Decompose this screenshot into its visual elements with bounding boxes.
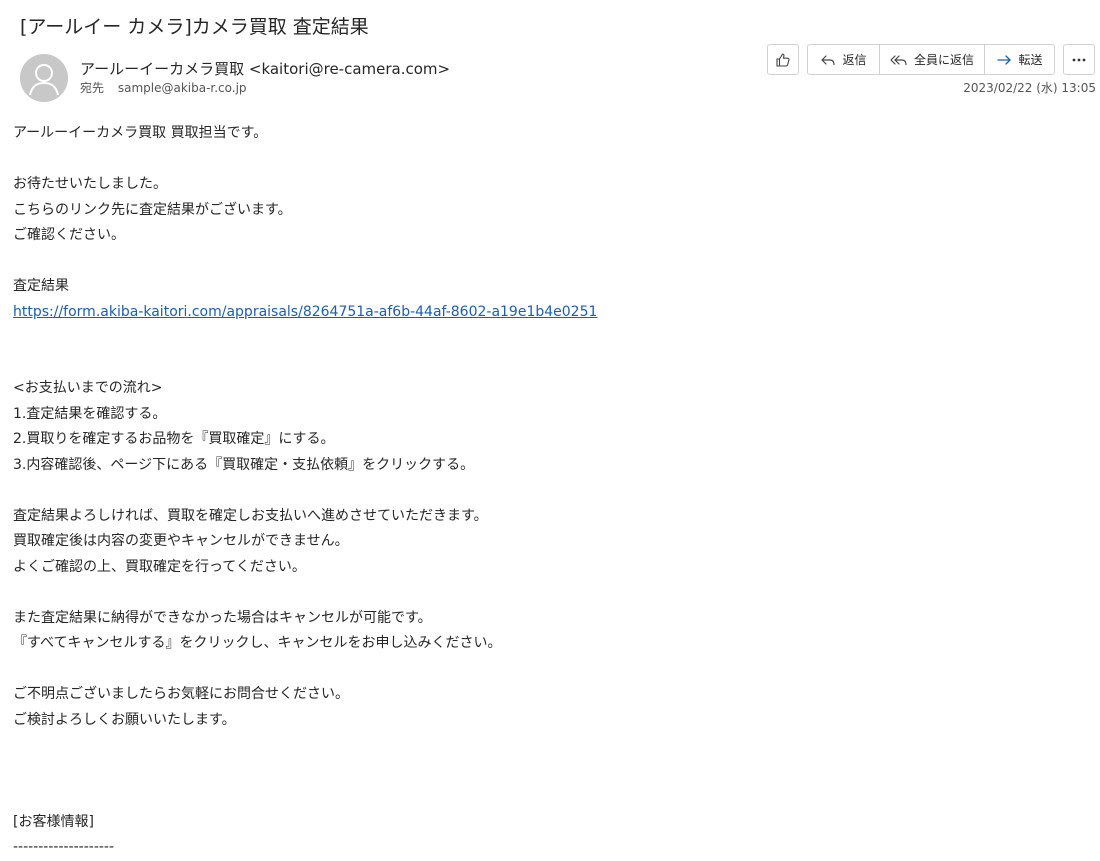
forward-arrow-icon [997,54,1012,65]
reply-all-icon [890,54,907,65]
email-body: アールーイーカメラ買取 買取担当です。 お待たせいたしました。 こちらのリンク先… [13,121,1093,861]
body-line: こちらのリンク先に査定結果がございます。 [13,201,292,218]
body-line: 査定結果 [13,278,69,294]
body-line: -------------------- [13,839,115,855]
body-line: お待たせいたしました。 [13,176,167,192]
body-line [13,733,1093,759]
body-line: 2.買取りを確定するお品物を『買取確定』にする。 [13,431,335,447]
like-button[interactable] [767,44,799,75]
body-line: [お客様情報] [13,813,94,830]
ellipsis-icon [1072,58,1086,61]
recipient-address[interactable]: sample@akiba-r.co.jp [118,81,247,95]
sender-avatar[interactable] [20,54,68,102]
body-line [13,580,1093,606]
body-line [13,351,1093,377]
body-line: ご検討よろしくお願いいたします。 [13,711,236,728]
reply-label: 返信 [842,53,867,67]
body-line: 1.査定結果を確認する。 [13,405,167,422]
thumbs-up-icon [776,53,790,67]
body-line [13,784,1093,810]
body-line [13,657,1093,683]
message-toolbar: 返信 全員に返信 転送 [767,44,1095,75]
body-line: よくご確認の上、買取確定を行ってください。 [13,558,306,575]
appraisal-link-line: https://form.akiba-kaitori.com/appraisal… [13,300,1093,326]
body-line [13,478,1093,504]
body-line [13,147,1093,173]
body-line: 『すべてキャンセルする』をクリックし、キャンセルをお申し込みください。 [13,635,502,651]
body-line: 査定結果よろしければ、買取を確定しお支払いへ進めさせていただきます。 [13,507,488,524]
person-icon [20,54,68,102]
body-line: 3.内容確認後、ページ下にある『買取確定・支払依頼』をクリックする。 [13,456,475,473]
received-date: 2023/02/22 (水) 13:05 [963,81,1096,95]
forward-button[interactable]: 転送 [984,44,1055,75]
to-label: 宛先 [80,81,105,95]
reply-all-button[interactable]: 全員に返信 [879,44,985,75]
recipient-row: 宛先 sample@akiba-r.co.jp [80,79,247,96]
body-line: ご確認ください。 [13,227,125,243]
body-line [13,249,1093,275]
body-line: ご不明点ございましたらお気軽にお問合せください。 [13,686,349,702]
sender-name[interactable]: アールーイーカメラ買取 <kaitori@re-camera.com> [80,58,450,79]
reply-button-group: 返信 全員に返信 転送 [807,44,1055,75]
reply-arrow-icon [821,54,836,65]
body-line: また査定結果に納得ができなかった場合はキャンセルが可能です。 [13,609,432,626]
reply-button[interactable]: 返信 [807,44,880,75]
forward-label: 転送 [1018,53,1043,67]
body-line: <お支払いまでの流れ> [13,380,163,396]
body-line [13,325,1093,351]
more-actions-button[interactable] [1063,44,1095,75]
body-line [13,759,1093,785]
email-subject: [アールイー カメラ]カメラ買取 査定結果 [20,16,369,38]
appraisal-link[interactable]: https://form.akiba-kaitori.com/appraisal… [13,304,597,320]
body-line: 買取確定後は内容の変更やキャンセルができません。 [13,533,349,549]
reply-all-label: 全員に返信 [913,53,974,67]
body-line: アールーイーカメラ買取 買取担当です。 [13,125,268,141]
